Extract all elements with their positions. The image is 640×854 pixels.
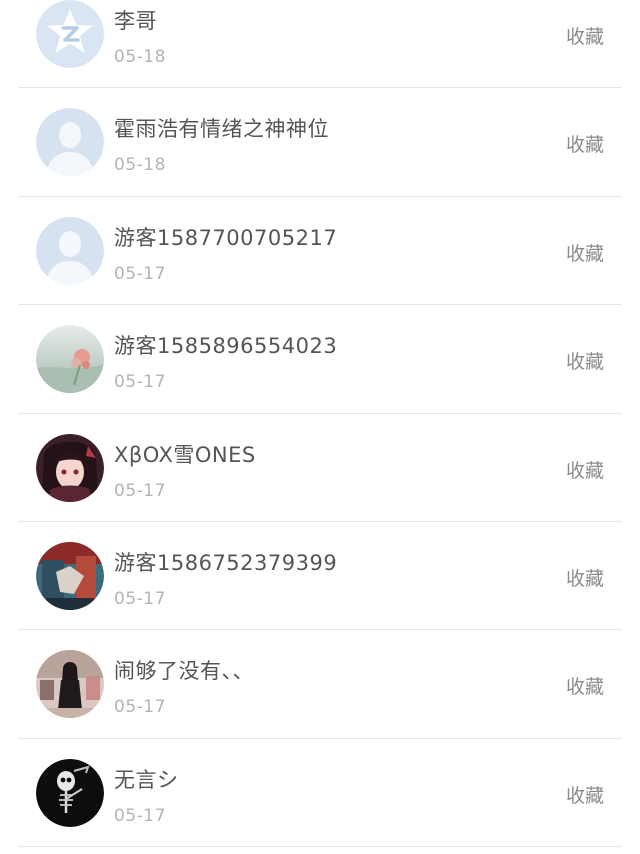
item-name: 无言シ xyxy=(114,767,179,792)
item-name: 游客1585896554023 xyxy=(114,334,338,359)
list-item[interactable]: 游客1586752379399 05-17 收藏 xyxy=(18,522,622,631)
favorite-button[interactable]: 收藏 xyxy=(566,130,604,157)
list-item[interactable]: 霍雨浩有情绪之神神位 05-18 收藏 xyxy=(18,88,622,197)
favorite-button[interactable]: 收藏 xyxy=(566,672,604,699)
avatar[interactable] xyxy=(36,758,104,827)
list-item[interactable]: 游客1585896554023 05-17 收藏 xyxy=(18,305,622,414)
avatar[interactable] xyxy=(36,325,104,394)
avatar[interactable] xyxy=(36,108,104,177)
anime-girl-icon xyxy=(36,433,104,502)
favorite-button[interactable]: 收藏 xyxy=(566,22,604,49)
list-item[interactable]: XβOX雪ONES 05-17 收藏 xyxy=(18,414,622,522)
item-date: 05-17 xyxy=(114,588,166,609)
follower-list: 李哥 05-18 收藏 霍雨浩有情绪之神神位 05-18 收藏 游客158770… xyxy=(0,0,640,848)
favorite-button[interactable]: 收藏 xyxy=(566,456,604,483)
favorite-button[interactable]: 收藏 xyxy=(566,564,604,591)
avatar[interactable] xyxy=(36,650,104,719)
qq-star-avatar-icon xyxy=(36,0,104,68)
favorite-button[interactable]: 收藏 xyxy=(566,781,604,808)
item-name: 霍雨浩有情绪之神神位 xyxy=(114,117,329,142)
avatar[interactable] xyxy=(36,433,104,502)
default-person-icon xyxy=(36,216,104,285)
list-item[interactable]: 李哥 05-18 收藏 xyxy=(18,0,622,89)
item-date: 05-17 xyxy=(114,480,166,501)
list-item[interactable]: 游客1587700705217 05-17 收藏 xyxy=(18,197,622,306)
favorite-button[interactable]: 收藏 xyxy=(566,347,604,374)
avatar[interactable] xyxy=(36,541,104,610)
avatar[interactable] xyxy=(36,0,104,68)
item-date: 05-17 xyxy=(114,697,166,718)
flower-photo-icon xyxy=(36,325,104,394)
list-item[interactable]: 无言シ 05-17 收藏 xyxy=(18,739,622,848)
item-name: XβOX雪ONES xyxy=(114,442,256,467)
item-name: 闹够了没有、、 xyxy=(114,659,254,684)
item-date: 05-17 xyxy=(114,372,166,393)
item-date: 05-18 xyxy=(114,155,166,176)
item-name: 李哥 xyxy=(114,9,157,33)
item-name: 游客1587700705217 xyxy=(114,225,338,250)
item-date: 05-17 xyxy=(114,805,166,826)
list-item[interactable]: 闹够了没有、、 05-17 收藏 xyxy=(18,630,622,739)
item-date: 05-18 xyxy=(114,47,166,67)
anime-scene-icon xyxy=(36,541,104,610)
skeleton-icon xyxy=(36,758,104,827)
avatar[interactable] xyxy=(36,216,104,285)
item-name: 游客1586752379399 xyxy=(114,550,338,575)
default-person-icon xyxy=(36,108,104,177)
item-date: 05-17 xyxy=(114,263,166,284)
favorite-button[interactable]: 收藏 xyxy=(566,239,604,266)
woman-photo-icon xyxy=(36,650,104,719)
